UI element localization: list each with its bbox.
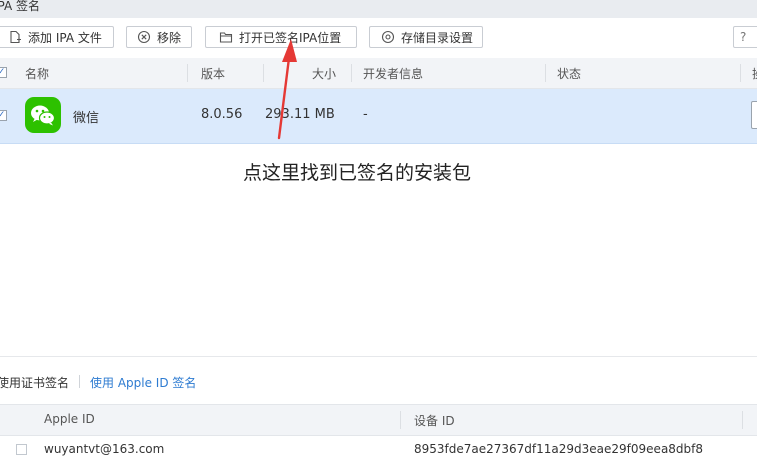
table-row[interactable]: ✓ 微信 8.0.56 293.11 MB -	[0, 89, 757, 144]
section-divider	[0, 356, 757, 357]
app-developer: -	[363, 107, 368, 122]
row-action-button[interactable]	[751, 101, 757, 129]
add-ipa-button[interactable]: 添加 IPA 文件	[0, 26, 114, 48]
column-size: 大小	[312, 67, 337, 81]
file-plus-icon	[8, 30, 22, 44]
column-version: 版本	[201, 67, 226, 81]
storage-settings-label: 存储目录设置	[401, 30, 474, 45]
window-title-bar: IPA 签名	[0, 0, 757, 18]
device-id-value: 8953fde7ae27367df11a29d3eae29f09eea8dbf8	[414, 442, 704, 456]
signing-method-tabs: 使用证书签名 使用 Apple ID 签名	[0, 374, 300, 392]
column-divider	[400, 411, 401, 429]
apple-id-value: wuyantvt@163.com	[44, 442, 165, 456]
column-divider	[740, 64, 741, 82]
tab-apple-id-signing[interactable]: 使用 Apple ID 签名	[90, 374, 196, 391]
app-version: 8.0.56	[201, 107, 243, 122]
tab-certificate-signing[interactable]: 使用证书签名	[0, 374, 69, 391]
table-row[interactable]: wuyantvt@163.com 8953fde7ae27367df11a29d…	[0, 439, 757, 461]
column-divider	[742, 411, 743, 429]
remove-label: 移除	[157, 30, 182, 45]
column-status: 状态	[557, 67, 582, 81]
row-checkbox[interactable]: ✓	[0, 110, 7, 121]
apple-id-row-checkbox[interactable]	[16, 444, 27, 455]
window-title: IPA 签名	[0, 0, 41, 13]
wechat-icon	[25, 97, 61, 133]
tab-divider	[79, 375, 80, 388]
column-divider	[545, 64, 546, 82]
column-divider	[263, 64, 264, 82]
gear-icon	[381, 30, 395, 44]
column-developer: 开发者信息	[363, 67, 424, 81]
help-icon: ?	[740, 30, 747, 44]
ipa-table-header: ✓ 名称 版本 大小 开发者信息 状态 操	[0, 58, 757, 89]
column-divider	[187, 64, 188, 82]
column-actions: 操	[752, 65, 757, 82]
column-apple-id: Apple ID	[44, 412, 95, 426]
column-divider	[351, 64, 352, 82]
app-name: 微信	[73, 111, 100, 126]
remove-button[interactable]: 移除	[126, 26, 192, 48]
folder-open-icon	[219, 30, 233, 44]
red-arrow-annotation	[277, 39, 297, 140]
select-all-checkbox[interactable]: ✓	[0, 67, 7, 78]
column-name: 名称	[25, 67, 50, 81]
help-button[interactable]: ?	[733, 26, 757, 48]
circle-x-icon	[137, 30, 151, 44]
storage-directory-settings-button[interactable]: 存储目录设置	[369, 26, 483, 48]
apple-id-table-header: Apple ID 设备 ID	[0, 404, 757, 436]
column-device-id: 设备 ID	[414, 414, 455, 428]
annotation-caption: 点这里找到已签名的安装包	[243, 162, 472, 184]
add-ipa-label: 添加 IPA 文件	[28, 30, 102, 45]
